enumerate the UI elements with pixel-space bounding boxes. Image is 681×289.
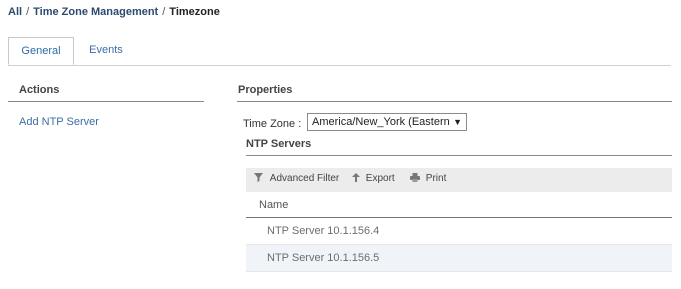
actions-title: Actions xyxy=(19,84,60,96)
advanced-filter-label: Advanced Filter xyxy=(269,173,340,184)
timezone-value: America/New_York (Eastern xyxy=(312,116,450,128)
table-row[interactable]: NTP Server 10.1.156.5 xyxy=(246,245,672,271)
breadcrumb-current: Timezone xyxy=(169,6,220,18)
table-row[interactable]: NTP Server 10.1.156.4 xyxy=(246,218,672,244)
tab-events[interactable]: Events xyxy=(86,37,126,65)
dropdown-arrow-icon: ▼ xyxy=(453,117,462,127)
column-header-name[interactable]: Name xyxy=(259,199,288,211)
export-label: Export xyxy=(365,173,395,184)
upload-arrow-icon xyxy=(352,173,363,184)
actions-divider xyxy=(8,101,204,102)
timezone-select[interactable]: America/New_York (Eastern ▼ xyxy=(307,113,467,131)
row-divider xyxy=(246,271,672,272)
properties-title: Properties xyxy=(238,84,293,96)
export-button[interactable]: Export xyxy=(352,173,395,184)
ntp-servers-divider xyxy=(246,155,672,156)
breadcrumb: All / Time Zone Management / Timezone xyxy=(8,6,220,18)
breadcrumb-time-zone-management[interactable]: Time Zone Management xyxy=(33,6,158,18)
filter-icon xyxy=(254,173,267,184)
table-toolbar: Advanced Filter Export Print xyxy=(246,168,672,192)
breadcrumb-separator: / xyxy=(162,6,166,18)
timezone-label: Time Zone : xyxy=(243,118,302,130)
printer-icon xyxy=(410,173,423,184)
print-label: Print xyxy=(425,173,447,184)
breadcrumb-all[interactable]: All xyxy=(8,6,22,18)
advanced-filter-button[interactable]: Advanced Filter xyxy=(254,173,339,184)
ntp-server-name: NTP Server 10.1.156.5 xyxy=(267,252,380,264)
tab-general[interactable]: General xyxy=(8,37,74,65)
ntp-server-name: NTP Server 10.1.156.4 xyxy=(267,225,380,237)
ntp-servers-title: NTP Servers xyxy=(246,138,312,150)
add-ntp-server-link[interactable]: Add NTP Server xyxy=(19,116,99,128)
tab-divider xyxy=(8,65,671,66)
print-button[interactable]: Print xyxy=(410,173,446,184)
properties-divider xyxy=(237,101,672,102)
breadcrumb-separator: / xyxy=(26,6,30,18)
